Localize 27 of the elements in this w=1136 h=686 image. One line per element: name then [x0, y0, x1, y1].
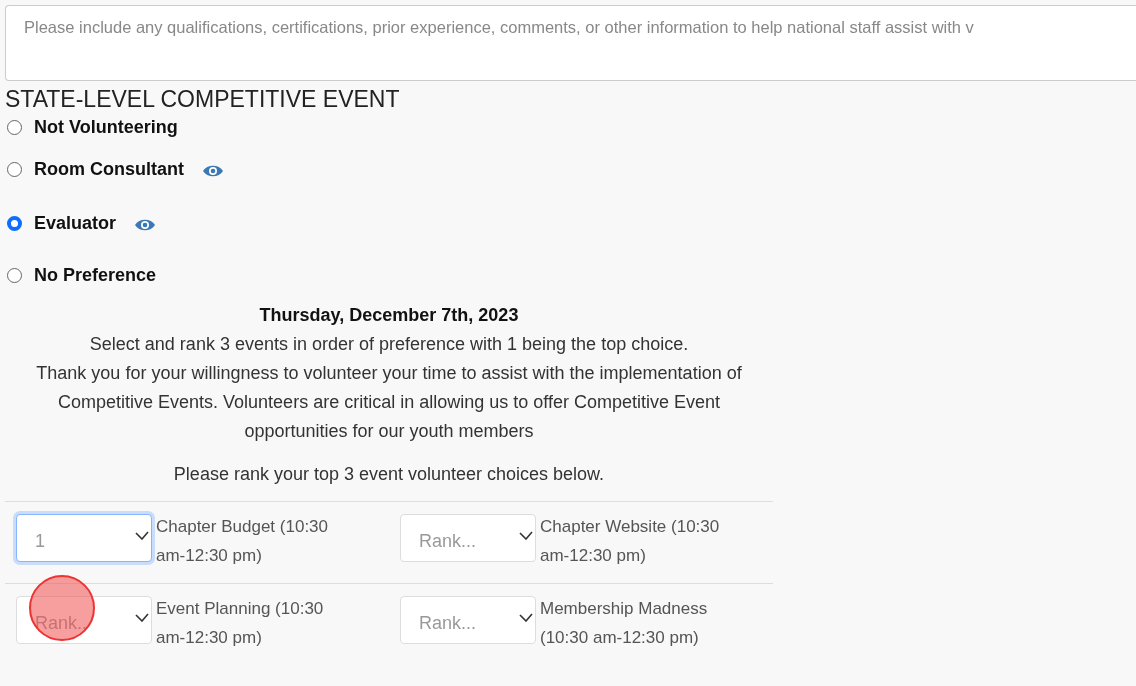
radio-button[interactable]: [7, 267, 22, 283]
event-label: Event Planning (10:30 am-12:30 pm): [156, 598, 325, 649]
event-label: Chapter Budget (10:30 am-12:30 pm): [156, 516, 329, 567]
section-title: STATE-LEVEL COMPETITIVE EVENT: [5, 85, 401, 113]
event-date: Thursday, December 7th, 2023: [258, 304, 520, 327]
role-label: Evaluator: [34, 212, 117, 234]
role-label: No Preference: [34, 264, 157, 286]
event-label: Membership Madness (10:30 am-12:30 pm): [540, 598, 709, 649]
radio-button[interactable]: [7, 119, 22, 135]
radio-button[interactable]: [7, 215, 22, 231]
thanks-paragraph: Thank you for your willingness to volunteer your time to assist with the implementation of Competitive Events. Volunteers are critical in allowing us to offer Competitive Event opportunities for our youth members: [35, 362, 743, 443]
comments-field[interactable]: Please include any qualifications, certifications, prior experience, comments, or other information to help national staff assist with v: [5, 5, 1136, 81]
role-label: Not Volunteering: [34, 116, 178, 138]
chevron-icon: [135, 613, 149, 622]
role-label: Room Consultant: [34, 158, 184, 180]
eye-icon[interactable]: [202, 164, 224, 178]
event-label: Chapter Website (10:30 am-12:30 pm): [540, 516, 721, 567]
instructions-text: Select and rank 3 events in order of preference with 1 being the top choice.: [88, 333, 690, 356]
rank-select[interactable]: Rank...: [400, 514, 536, 562]
rank-select[interactable]: Rank...: [400, 596, 536, 644]
chevron-icon: [135, 531, 149, 540]
rank-select[interactable]: 1: [16, 514, 152, 562]
chevron-icon: [519, 531, 533, 540]
radio-button[interactable]: [7, 161, 22, 177]
rank-prompt: Please rank your top 3 event volunteer choices below.: [172, 463, 606, 486]
chevron-icon: [519, 613, 533, 622]
eye-icon[interactable]: [134, 218, 157, 232]
